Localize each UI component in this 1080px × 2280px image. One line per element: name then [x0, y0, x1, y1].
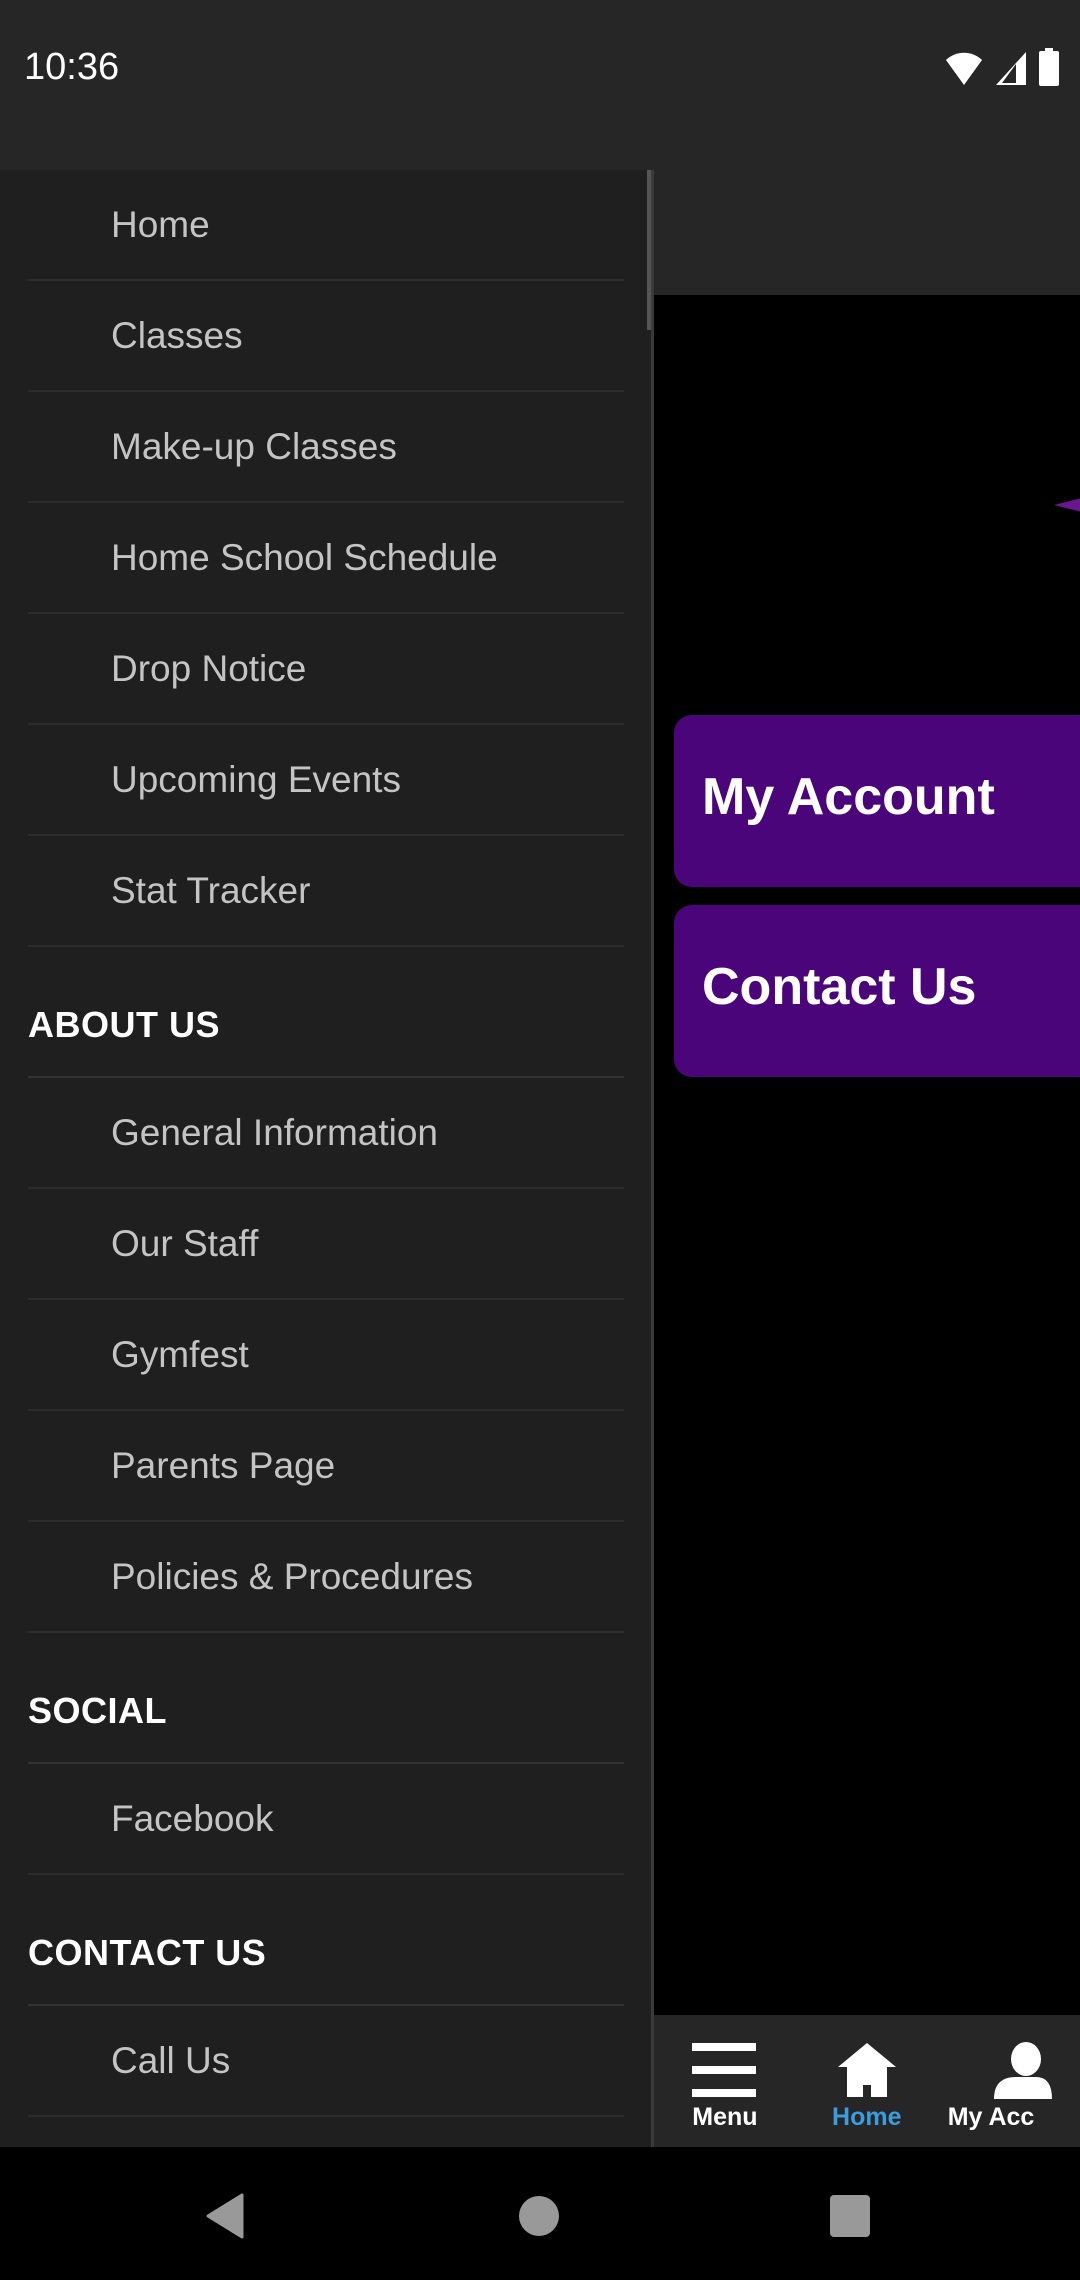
- tab-menu[interactable]: Menu: [654, 2015, 796, 2147]
- drawer-item-drop-notice[interactable]: Drop Notice: [28, 614, 624, 725]
- drawer-item-facebook[interactable]: Facebook: [28, 1764, 624, 1875]
- tab-home-label: Home: [832, 2103, 902, 2131]
- wifi-icon: [946, 52, 982, 85]
- system-navigation-bar: [0, 2147, 1080, 2280]
- navigation-drawer: Home Classes Make-up Classes Home School…: [0, 170, 654, 2147]
- my-account-tile-label: My Account: [702, 768, 995, 826]
- home-icon: [837, 2043, 896, 2097]
- my-account-tile[interactable]: My Account: [674, 715, 1080, 887]
- drawer-item-directions[interactable]: Directions: [28, 2117, 624, 2147]
- status-icons: [944, 48, 1060, 86]
- back-icon[interactable]: [204, 2193, 246, 2239]
- drawer-item-classes[interactable]: Classes: [28, 281, 624, 392]
- tab-my-account[interactable]: My Acc: [938, 2015, 1080, 2147]
- app-header: [654, 170, 1080, 295]
- contact-us-tile[interactable]: Contact Us: [674, 905, 1080, 1077]
- drawer-item-gymfest[interactable]: Gymfest: [28, 1300, 624, 1411]
- drawer-menu-list: Home Classes Make-up Classes Home School…: [28, 170, 624, 2147]
- drawer-item-our-staff[interactable]: Our Staff: [28, 1189, 624, 1300]
- logo-shape: [1054, 498, 1080, 512]
- section-header-contact-us: CONTACT US: [28, 1875, 624, 2006]
- drawer-item-parents-page[interactable]: Parents Page: [28, 1411, 624, 1522]
- battery-icon: [1039, 48, 1059, 86]
- drawer-item-upcoming-events[interactable]: Upcoming Events: [28, 725, 624, 836]
- recents-square-icon[interactable]: [828, 2193, 872, 2239]
- home-circle-icon[interactable]: [518, 2193, 560, 2239]
- tab-menu-label: Menu: [692, 2103, 758, 2131]
- drawer-item-home-school-schedule[interactable]: Home School Schedule: [28, 503, 624, 614]
- drawer-item-policies-procedures[interactable]: Policies & Procedures: [28, 1522, 624, 1633]
- bottom-tab-bar: Menu Home My Acc: [654, 2015, 1080, 2147]
- drawer-item-make-up-classes[interactable]: Make-up Classes: [28, 392, 624, 503]
- user-icon: [993, 2042, 1052, 2099]
- drawer-item-home[interactable]: Home: [28, 170, 624, 281]
- status-time: 10:36: [24, 46, 120, 88]
- hamburger-menu-icon: [691, 2043, 756, 2097]
- tab-home[interactable]: Home: [796, 2015, 938, 2147]
- drawer-scrollbar[interactable]: [647, 170, 651, 330]
- section-header-about-us: ABOUT US: [28, 947, 624, 1078]
- signal-icon: [996, 52, 1026, 85]
- drawer-item-general-information[interactable]: General Information: [28, 1078, 624, 1189]
- app-main: T My Account Contact Us Menu Home: [654, 170, 1080, 2147]
- tab-my-account-label: My Acc: [947, 2103, 1035, 2131]
- drawer-item-stat-tracker[interactable]: Stat Tracker: [28, 836, 624, 947]
- section-header-social: SOCIAL: [28, 1633, 624, 1764]
- drawer-item-call-us[interactable]: Call Us: [28, 2006, 624, 2117]
- status-bar: 10:36: [0, 0, 1080, 170]
- contact-us-tile-label: Contact Us: [702, 958, 977, 1016]
